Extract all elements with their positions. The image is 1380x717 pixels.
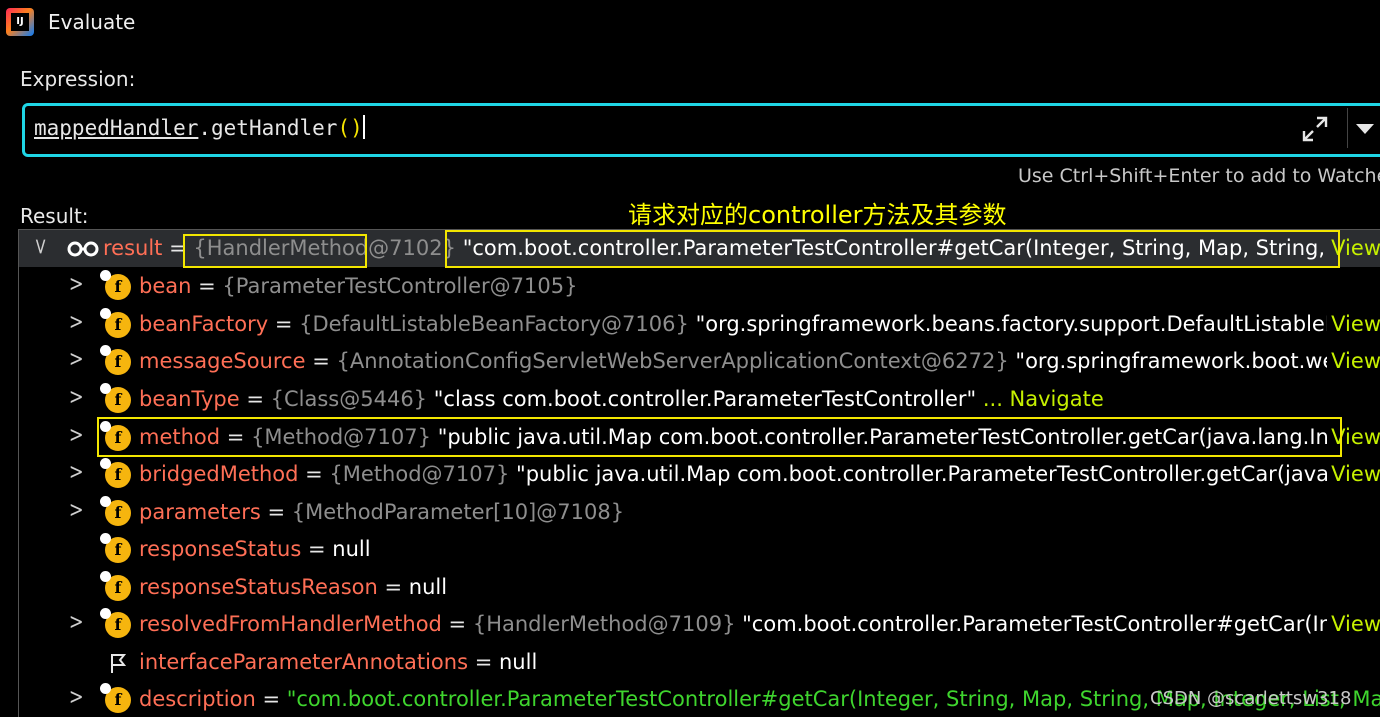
object-ref: {Method@7107} [251, 425, 431, 449]
annotation-text: 请求对应的controller方法及其参数 [628, 201, 1007, 229]
chevron-right-icon[interactable]: > [69, 272, 84, 297]
field-name: beanFactory [139, 312, 269, 336]
string-value: "public java.util.Map com.boot.controlle… [437, 425, 1380, 449]
title-bar: IJ Evaluate [0, 0, 1380, 46]
expression-text[interactable]: mappedHandler.getHandler() [34, 115, 365, 140]
view-link[interactable]: View [1327, 425, 1380, 449]
field-icon: f [100, 683, 131, 713]
flag-icon [111, 654, 127, 673]
history-dropdown-icon[interactable] [1356, 124, 1374, 134]
field-name: resolvedFromHandlerMethod [139, 612, 442, 636]
field-icon: f [100, 421, 131, 451]
chevron-right-icon[interactable]: > [69, 498, 84, 523]
field-name: interfaceParameterAnnotations [139, 650, 469, 674]
field-name: beanType [139, 387, 240, 411]
null-value: null [408, 575, 448, 599]
object-ref: {MethodParameter[10]@7108} [291, 500, 625, 524]
field-icon: f [100, 608, 131, 638]
chevron-right-icon[interactable]: > [69, 310, 84, 335]
field-name: description [139, 687, 256, 711]
tree-row-interfaceParameterAnnotations[interactable]: interfaceParameterAnnotations = null [19, 644, 1380, 681]
field-name: result [103, 236, 163, 260]
string-value: "com.boot.controller.ParameterTestContro… [742, 612, 1380, 636]
chevron-right-icon[interactable]: > [69, 460, 84, 485]
tree-row-resolvedFromHandlerMethod[interactable]: > f resolvedFromHandlerMethod = {Handler… [19, 606, 1380, 643]
tree-row-bridgedMethod[interactable]: > f bridgedMethod = {Method@7107} "publi… [19, 456, 1380, 493]
watch-glasses-icon [67, 241, 99, 257]
field-icon: f [100, 270, 131, 300]
tree-row-beanType[interactable]: > f beanType = {Class@5446} "class com.b… [19, 381, 1380, 418]
field-icon: f [100, 571, 131, 601]
view-link[interactable]: View [1327, 612, 1380, 636]
object-ref: {AnnotationConfigServletWebServerApplica… [336, 349, 1009, 373]
tree-row-bean[interactable]: > f bean = {ParameterTestController@7105… [19, 268, 1380, 305]
chevron-right-icon[interactable]: > [69, 385, 84, 410]
field-name: responseStatus [139, 537, 302, 561]
expand-editor-icon[interactable] [1300, 114, 1330, 144]
string-value: "com.boot.controller.ParameterTestContro… [462, 236, 1380, 260]
tree-row-responseStatus[interactable]: f responseStatus = null [19, 531, 1380, 568]
object-ref: {HandlerMethod@7102} [193, 236, 456, 260]
chevron-down-icon[interactable]: > [30, 237, 50, 255]
watermark: CSDN @scarlettsw318 [1150, 688, 1352, 709]
field-name: messageSource [139, 349, 306, 373]
result-tree[interactable]: > result = {HandlerMethod@7102} "com.boo… [18, 229, 1380, 717]
result-label: Result: [20, 204, 89, 228]
field-name: method [139, 425, 221, 449]
view-link[interactable]: View [1327, 349, 1380, 373]
tree-row-messageSource[interactable]: > f messageSource = {AnnotationConfigSer… [19, 343, 1380, 380]
null-value: null [332, 537, 371, 561]
view-link[interactable]: View [1327, 236, 1380, 260]
object-ref: {Method@7107} [329, 462, 510, 486]
string-value: "public java.util.Map com.boot.controlle… [516, 462, 1380, 486]
field-name: responseStatusReason [139, 575, 378, 599]
tree-row-beanFactory[interactable]: > f beanFactory = {DefaultListableBeanFa… [19, 306, 1380, 343]
window-title: Evaluate [48, 10, 136, 34]
string-value: "org.springframework.beans.factory.suppo… [695, 312, 1380, 336]
tree-row-responseStatusReason[interactable]: f responseStatusReason = null [19, 569, 1380, 606]
field-icon: f [100, 496, 131, 526]
tree-row-result[interactable]: > result = {HandlerMethod@7102} "com.boo… [19, 230, 1380, 267]
navigate-link[interactable]: ... Navigate [983, 387, 1104, 411]
view-link[interactable]: View [1327, 312, 1380, 336]
field-name: bridgedMethod [139, 462, 299, 486]
field-name: parameters [139, 500, 261, 524]
string-value: "org.springframework.boot.web.ser... [1015, 349, 1380, 373]
chevron-right-icon[interactable]: > [69, 685, 84, 710]
chevron-right-icon[interactable]: > [69, 610, 84, 635]
field-icon: f [100, 308, 131, 338]
intellij-app-icon: IJ [6, 8, 34, 36]
chevron-right-icon[interactable]: > [69, 423, 84, 448]
field-name: bean [139, 274, 192, 298]
tree-row-parameters[interactable]: > f parameters = {MethodParameter[10]@71… [19, 494, 1380, 531]
chevron-right-icon[interactable]: > [69, 347, 84, 372]
view-link[interactable]: View [1327, 462, 1380, 486]
null-value: null [498, 650, 538, 674]
tree-row-method[interactable]: > f method = {Method@7107} "public java.… [19, 419, 1380, 456]
object-ref: {Class@5446} [270, 387, 428, 411]
field-icon: f [100, 345, 131, 375]
field-icon: f [100, 458, 131, 488]
object-ref: {DefaultListableBeanFactory@7106} [299, 312, 689, 336]
field-icon: f [100, 533, 131, 563]
add-to-watches-hint: Use Ctrl+Shift+Enter to add to Watche [1018, 165, 1380, 187]
object-ref: {ParameterTestController@7105} [222, 274, 578, 298]
expression-label: Expression: [20, 67, 136, 91]
object-ref: {HandlerMethod@7109} [472, 612, 736, 636]
string-value: "class com.boot.controller.ParameterTest… [433, 387, 977, 411]
field-icon: f [100, 383, 131, 413]
